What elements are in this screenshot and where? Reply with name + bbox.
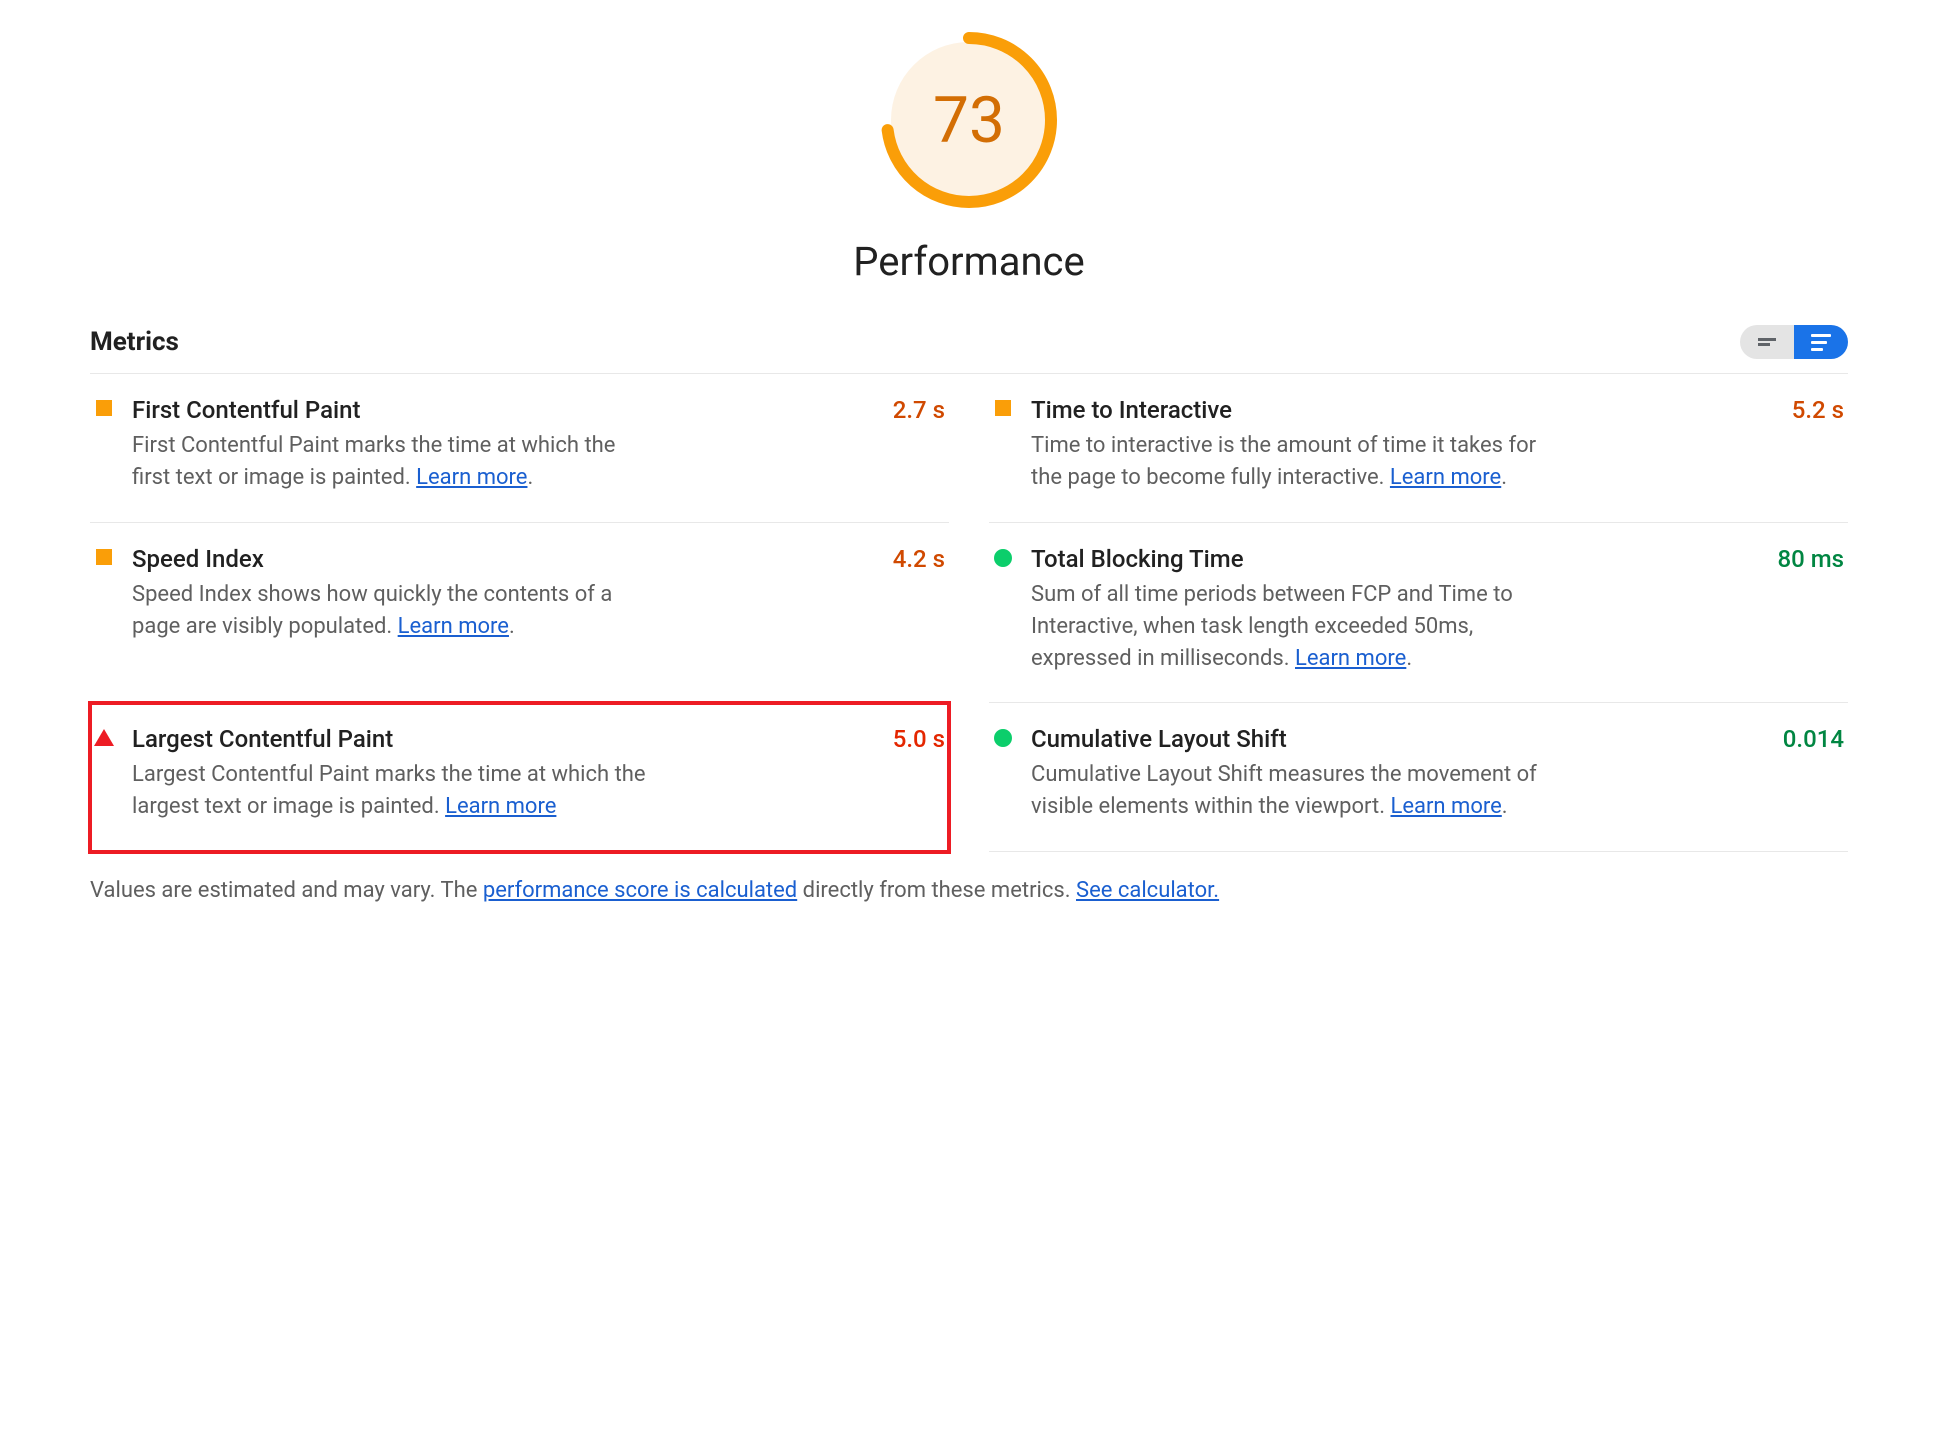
score-title: Performance bbox=[853, 238, 1084, 285]
footer-note: Values are estimated and may vary. The p… bbox=[90, 852, 1848, 903]
metric-description: Time to interactive is the amount of tim… bbox=[1031, 430, 1551, 494]
learn-more-link[interactable]: Learn more bbox=[398, 614, 509, 639]
status-average-icon bbox=[96, 549, 112, 565]
metric-value: 80 ms bbox=[1777, 545, 1844, 573]
view-compact-button[interactable] bbox=[1740, 325, 1794, 359]
metric-card: Largest Contentful Paint 5.0 s Largest Con… bbox=[90, 703, 949, 852]
score-gauge-section: 73 Performance bbox=[90, 30, 1848, 285]
metric-value: 2.7 s bbox=[893, 396, 945, 424]
view-toggle bbox=[1740, 325, 1848, 359]
metric-name: Time to Interactive bbox=[1031, 396, 1232, 424]
metrics-grid: First Contentful Paint 2.7 s First Content… bbox=[90, 374, 1848, 852]
metric-status-icon bbox=[94, 396, 114, 494]
metric-card: First Contentful Paint 2.7 s First Content… bbox=[90, 374, 949, 523]
metric-status-icon bbox=[993, 725, 1013, 823]
metric-card: Cumulative Layout Shift 0.014 Cumulative L… bbox=[989, 703, 1848, 852]
metric-value: 0.014 bbox=[1783, 725, 1844, 753]
footer-link-calculator[interactable]: See calculator. bbox=[1076, 878, 1219, 903]
metric-value: 5.2 s bbox=[1792, 396, 1844, 424]
score-gauge: 73 bbox=[879, 30, 1059, 210]
metric-description: First Contentful Paint marks the time at… bbox=[132, 430, 652, 494]
metric-status-icon bbox=[94, 725, 114, 823]
learn-more-link[interactable]: Learn more bbox=[1390, 465, 1501, 490]
footer-text-2: directly from these metrics. bbox=[797, 878, 1076, 903]
metric-description: Cumulative Layout Shift measures the mov… bbox=[1031, 759, 1551, 823]
metrics-heading: Metrics bbox=[90, 327, 179, 357]
metric-description: Largest Contentful Paint marks the time … bbox=[132, 759, 652, 823]
learn-more-link[interactable]: Learn more bbox=[416, 465, 527, 490]
metric-name: Speed Index bbox=[132, 545, 264, 573]
view-expanded-button[interactable] bbox=[1794, 325, 1848, 359]
metric-name: Cumulative Layout Shift bbox=[1031, 725, 1287, 753]
learn-more-link[interactable]: Learn more bbox=[445, 794, 556, 819]
status-poor-icon bbox=[94, 729, 114, 746]
metric-name: Largest Contentful Paint bbox=[132, 725, 393, 753]
metric-status-icon bbox=[993, 396, 1013, 494]
metric-status-icon bbox=[993, 545, 1013, 675]
learn-more-link[interactable]: Learn more bbox=[1390, 794, 1501, 819]
metric-status-icon bbox=[94, 545, 114, 675]
learn-more-link[interactable]: Learn more bbox=[1295, 646, 1406, 671]
metric-value: 4.2 s bbox=[893, 545, 945, 573]
metric-name: Total Blocking Time bbox=[1031, 545, 1244, 573]
status-average-icon bbox=[96, 400, 112, 416]
metric-card: Total Blocking Time 80 ms Sum of all time … bbox=[989, 523, 1848, 704]
footer-link-score-calc[interactable]: performance score is calculated bbox=[483, 878, 797, 903]
metric-name: First Contentful Paint bbox=[132, 396, 360, 424]
metric-card: Time to Interactive 5.2 s Time to interact… bbox=[989, 374, 1848, 523]
score-value: 73 bbox=[879, 30, 1059, 210]
metrics-header: Metrics bbox=[90, 325, 1848, 374]
status-good-icon bbox=[994, 729, 1012, 747]
status-average-icon bbox=[995, 400, 1011, 416]
metric-description: Speed Index shows how quickly the conten… bbox=[132, 579, 652, 643]
status-good-icon bbox=[994, 549, 1012, 567]
footer-text: Values are estimated and may vary. The bbox=[90, 878, 483, 903]
metric-card: Speed Index 4.2 s Speed Index shows how qu… bbox=[90, 523, 949, 704]
metric-value: 5.0 s bbox=[893, 725, 945, 753]
metric-description: Sum of all time periods between FCP and … bbox=[1031, 579, 1551, 675]
